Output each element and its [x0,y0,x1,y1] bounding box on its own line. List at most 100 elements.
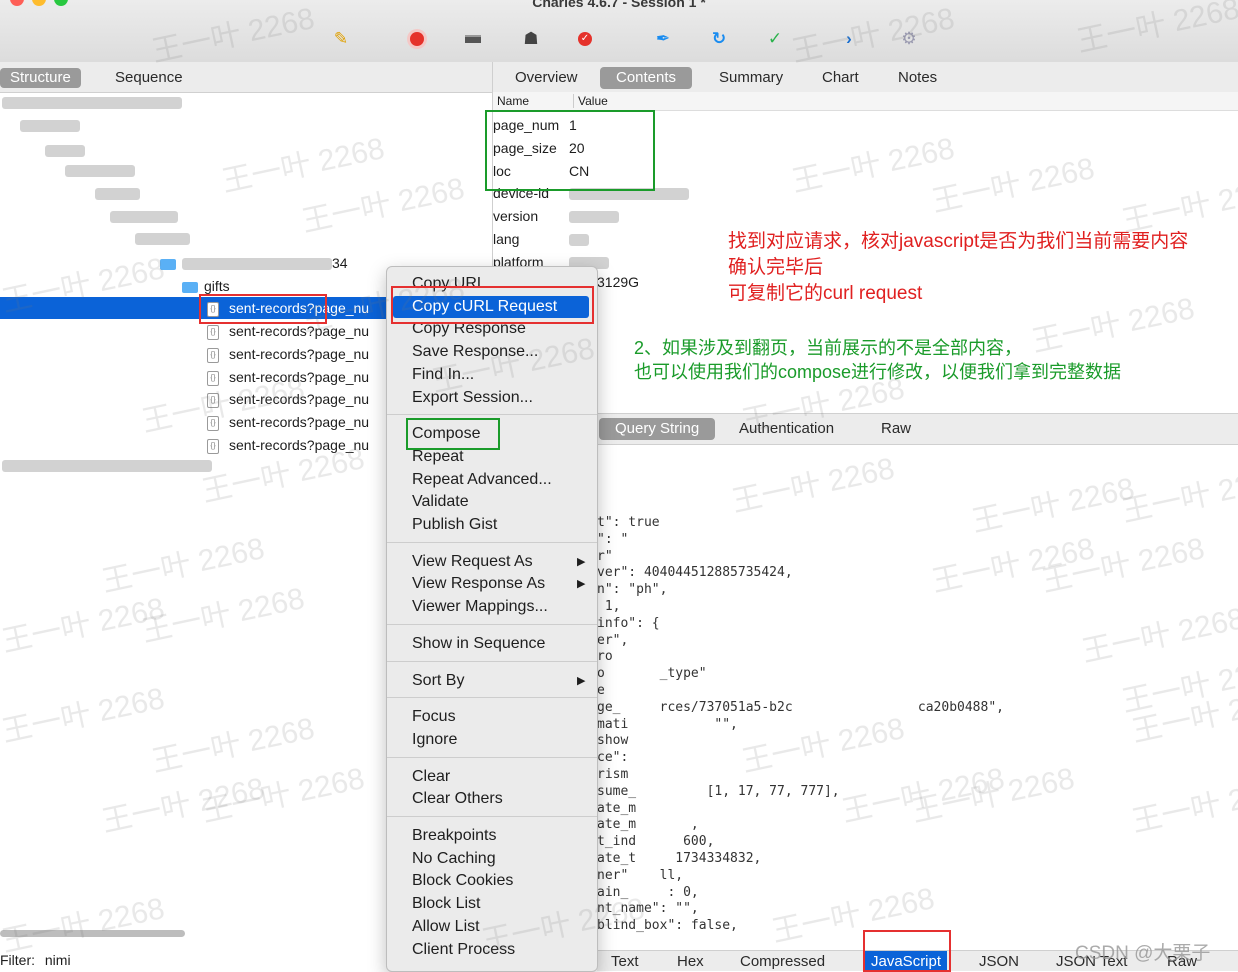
menu-item-clear[interactable]: Clear [412,766,450,788]
file-icon: {} [207,392,219,408]
request-tab-bar: Query String Authentication Raw [597,413,1238,445]
menu-item-view-response-as[interactable]: View Response As ▶ [412,573,585,595]
menu-item-client-process[interactable]: Client Process [412,939,515,961]
filter-bar: Filter: nimi [0,952,71,968]
code-line: ro [597,649,613,665]
kv-value-partial: 3129G [597,274,640,290]
highlight-compose [406,418,500,450]
menu-separator [387,756,597,758]
blurred-node [110,211,178,223]
refresh-icon[interactable]: ↻ [708,28,730,50]
file-icon: {} [207,370,219,386]
menu-item-focus[interactable]: Focus [412,706,456,728]
request-row[interactable]: {} sent-records?page_nu [207,388,369,410]
tab-structure[interactable]: Structure [0,68,81,88]
code-line: rism [597,767,629,782]
code-line: er", [597,632,629,648]
code-line: ver": 404044512885735424, [597,565,793,581]
horizontal-scrollbar[interactable] [0,930,185,937]
breakpoint-icon[interactable]: ✓ [574,28,596,50]
broom-icon[interactable]: ✎ [330,28,352,50]
menu-item-ignore[interactable]: Ignore [412,729,457,751]
throttle-icon[interactable] [462,28,484,50]
left-tab-bar: Structure Sequence [0,62,492,93]
kv-header: Name Value [493,92,1238,111]
turtle-icon[interactable]: ☗ [520,28,542,50]
annotation-green-2: 也可以使用我们的compose进行修改，以便我们拿到完整数据 [634,362,1122,382]
menu-item-show-in-sequence[interactable]: Show in Sequence [412,633,545,655]
code-line: blind_box": false, [597,918,738,934]
watermark-text: 王一叶 2268 [1029,292,1198,359]
kv-row[interactable]: version [493,205,619,227]
menu-item-publish-gist[interactable]: Publish Gist [412,514,497,536]
request-row[interactable]: {} sent-records?page_nu [207,434,369,456]
check-icon[interactable]: ✓ [764,28,786,50]
blurred-node [135,233,190,245]
menu-item-no-caching[interactable]: No Caching [412,848,496,870]
menu-item-viewer-mappings[interactable]: Viewer Mappings... [412,596,548,618]
file-icon: {} [207,347,219,363]
code-line: info": { [597,615,660,631]
tab-raw[interactable]: Raw [865,418,927,440]
tab-query-string[interactable]: Query String [599,418,716,440]
menu-item-find-in[interactable]: Find In... [412,364,474,386]
tree-folder-row[interactable]: 34 [160,252,348,274]
code-line: n": "ph", [597,582,668,598]
tab-notes[interactable]: Notes [882,67,953,89]
code-line: e [597,683,605,698]
tab-hex[interactable]: Hex [677,953,704,970]
blurred-host [2,97,182,109]
csdn-watermark: CSDN @大栗子 [1075,943,1211,964]
menu-item-validate[interactable]: Validate [412,491,469,513]
chevron-right-icon[interactable]: › [838,28,860,50]
tab-sequence[interactable]: Sequence [105,68,193,88]
menu-separator [387,541,597,543]
watermark-text: 王一叶 2268 [789,132,958,199]
tab-authentication[interactable]: Authentication [723,418,850,440]
menu-item-view-request-as[interactable]: View Request As ▶ [412,551,585,573]
code-line: t": true [597,515,660,530]
menu-separator [387,414,597,416]
tab-text[interactable]: Text [611,953,639,970]
annotation-red-1: 找到对应请求，核对javascript是否为我们当前需要内容 [728,231,1189,252]
tab-summary[interactable]: Summary [703,67,799,89]
menu-item-export-session[interactable]: Export Session... [412,387,533,409]
code-line: ": " [597,531,629,547]
tab-overview[interactable]: Overview [499,67,594,89]
highlight-javascript-tab [863,930,951,972]
code-line: r" [597,548,613,564]
response-body[interactable]: t": true ": " r" ver": 404044512885735424, n… [597,515,1238,945]
menu-separator [387,623,597,625]
gear-icon[interactable]: ⚙ [898,28,920,50]
menu-separator [387,816,597,817]
request-row[interactable]: {} sent-records?page_nu [207,411,369,433]
request-row[interactable]: {} sent-records?page_nu [207,366,369,388]
blurred-node [65,165,135,177]
menu-item-sort-by[interactable]: Sort By ▶ [412,670,585,692]
blurred-node [95,188,140,200]
tab-chart[interactable]: Chart [806,67,875,89]
menu-separator [387,660,597,662]
menu-item-save-response[interactable]: Save Response... [412,341,538,363]
menu-item-repeat-advanced[interactable]: Repeat Advanced... [412,469,552,491]
filter-input[interactable]: nimi [45,952,71,968]
record-icon[interactable] [406,28,428,50]
file-icon: {} [207,438,219,454]
request-row[interactable]: {} sent-records?page_nu [207,343,369,365]
menu-item-clear-others[interactable]: Clear Others [412,788,503,810]
menu-item-block-cookies[interactable]: Block Cookies [412,870,513,892]
tab-contents[interactable]: Contents [600,67,693,89]
menu-item-breakpoints[interactable]: Breakpoints [412,825,497,847]
menu-item-block-list[interactable]: Block List [412,893,480,915]
menu-item-allow-list[interactable]: Allow List [412,916,480,938]
folder-icon [160,258,176,270]
pen-icon[interactable]: ✒ [652,28,674,50]
code-line: ner" ll, [597,867,684,883]
title-bar: Charles 4.6.7 - Session 1 * ✎ ☗ ✓ ✒ ↻ ✓ … [0,0,1238,63]
kv-row[interactable]: lang [493,228,589,250]
tab-json[interactable]: JSON [979,953,1019,970]
file-icon: {} [207,324,219,340]
code-line: o _type" [597,666,707,682]
tab-compressed[interactable]: Compressed [740,953,825,970]
blurred-node [20,120,80,132]
